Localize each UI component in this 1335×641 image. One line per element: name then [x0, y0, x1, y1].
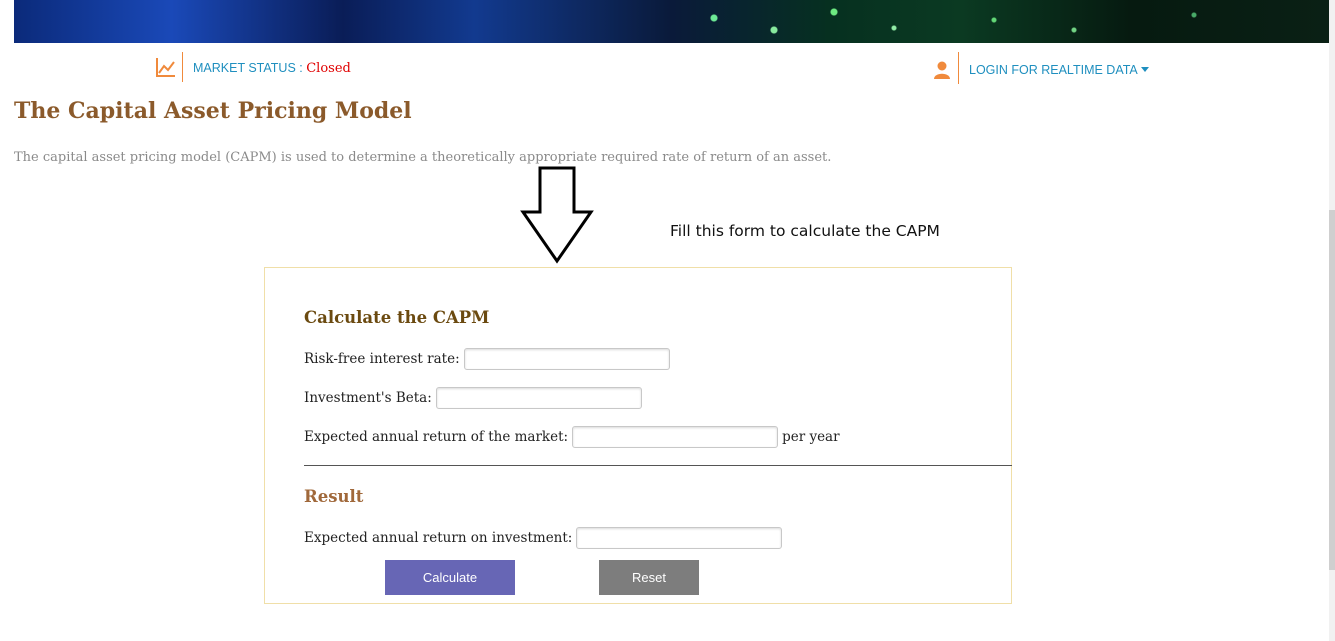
- form-divider: [304, 465, 1012, 466]
- header-banner-image: [14, 0, 1329, 43]
- beta-row: Investment's Beta:: [304, 387, 642, 409]
- down-arrow-icon: [520, 166, 594, 264]
- status-divider: [182, 52, 183, 82]
- form-heading: Calculate the CAPM: [304, 308, 490, 327]
- risk-free-rate-row: Risk-free interest rate:: [304, 348, 670, 370]
- market-return-row: Expected annual return of the market: pe…: [304, 426, 840, 448]
- page-scrollbar[interactable]: [1329, 0, 1335, 641]
- line-chart-icon: [156, 58, 175, 77]
- result-row: Expected annual return on investment:: [304, 527, 783, 549]
- calculate-button[interactable]: Calculate: [385, 560, 515, 595]
- market-status-label: MARKET STATUS :: [193, 61, 307, 75]
- form-hint: Fill this form to calculate the CAPM: [670, 222, 940, 240]
- market-status-value: Closed: [306, 61, 351, 76]
- login-dropdown[interactable]: LOGIN FOR REALTIME DATA: [969, 63, 1149, 77]
- result-label: Expected annual return on investment:: [304, 530, 573, 546]
- risk-free-rate-input[interactable]: [463, 348, 670, 370]
- result-output[interactable]: [576, 527, 783, 549]
- page-title: The Capital Asset Pricing Model: [14, 98, 412, 124]
- result-heading: Result: [304, 487, 364, 506]
- scrollbar-thumb[interactable]: [1329, 210, 1335, 570]
- user-icon: [934, 61, 950, 79]
- login-label: LOGIN FOR REALTIME DATA: [969, 63, 1138, 77]
- page-intro: The capital asset pricing model (CAPM) i…: [14, 150, 832, 165]
- market-status: MARKET STATUS : Closed: [193, 61, 351, 76]
- caret-down-icon: [1140, 67, 1149, 72]
- market-return-input[interactable]: [572, 426, 779, 448]
- risk-free-rate-label: Risk-free interest rate:: [304, 351, 460, 367]
- reset-button[interactable]: Reset: [599, 560, 699, 595]
- market-return-suffix: per year: [782, 429, 840, 445]
- market-return-label: Expected annual return of the market:: [304, 429, 569, 445]
- login-divider: [958, 52, 959, 84]
- beta-label: Investment's Beta:: [304, 390, 432, 406]
- beta-input[interactable]: [435, 387, 642, 409]
